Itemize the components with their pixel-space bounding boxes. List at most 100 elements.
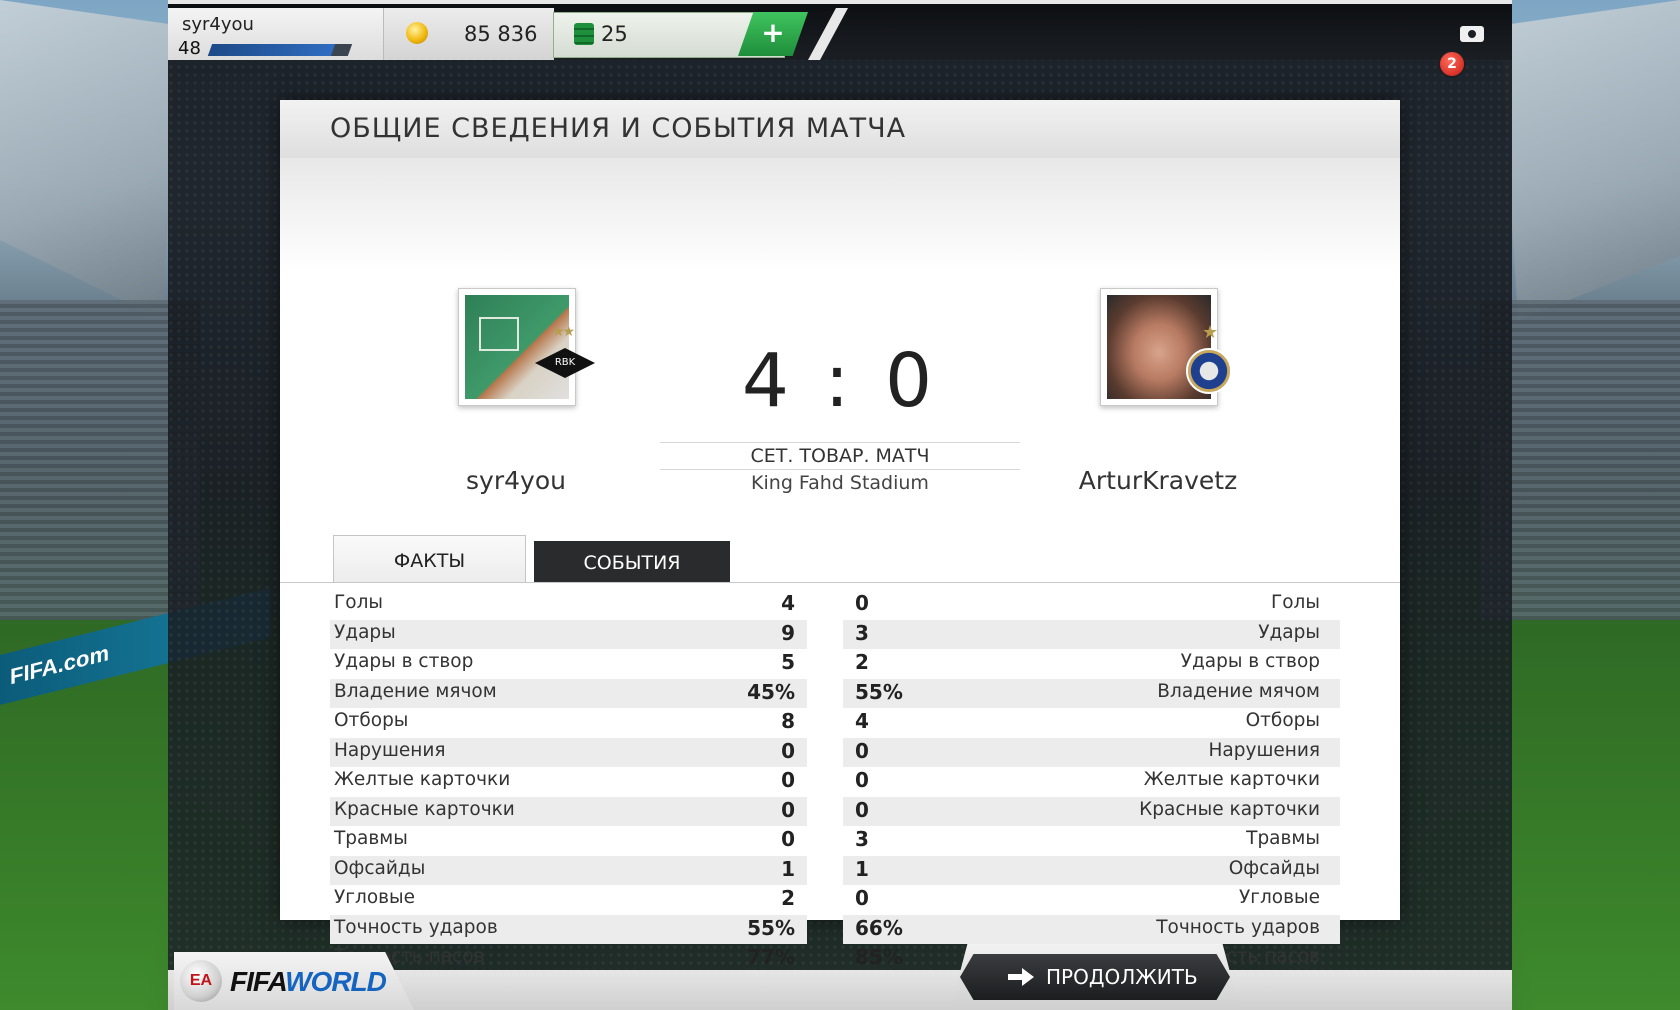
stat-away-cell: 66% Точность ударов bbox=[843, 915, 1340, 944]
user-profile-box[interactable]: syr4you 48 bbox=[168, 8, 383, 60]
away-club-crest bbox=[1186, 348, 1232, 394]
stat-value-home: 45% bbox=[747, 680, 795, 704]
stadium-canopy-left bbox=[0, 0, 180, 320]
stat-value-away: 85% bbox=[855, 945, 903, 969]
stat-label-away: Отборы bbox=[1245, 710, 1320, 731]
stat-home-cell: Отборы 8 bbox=[330, 708, 807, 737]
stat-label-home: Точность ударов bbox=[334, 917, 498, 938]
logo-area: EA FIFAWORLD bbox=[174, 952, 414, 1010]
stat-row: Точность ударов 55% 66% Точность ударов bbox=[280, 915, 1400, 944]
ea-sports-logo: EA bbox=[180, 960, 222, 1002]
stat-away-cell: 3 Травмы bbox=[843, 826, 1340, 855]
stat-label-away: Желтые карточки bbox=[1143, 769, 1320, 790]
username: syr4you bbox=[182, 14, 254, 35]
arrow-right-icon bbox=[1008, 968, 1034, 986]
stat-away-cell: 2 Удары в створ bbox=[843, 649, 1340, 678]
stat-label-away: Владение мячом bbox=[1157, 681, 1320, 702]
notification-badge[interactable]: 2 bbox=[1438, 50, 1466, 78]
stat-label-away: Офсайды bbox=[1228, 858, 1320, 879]
panel-header: ОБЩИЕ СВЕДЕНИЯ И СОБЫТИЯ МАТЧА bbox=[280, 100, 1400, 159]
stat-value-away: 66% bbox=[855, 916, 903, 940]
stadium-canopy-right bbox=[1500, 0, 1680, 320]
stat-value-away: 4 bbox=[855, 709, 869, 733]
stat-label-home: Отборы bbox=[334, 710, 409, 731]
stat-row: Удары в створ 5 2 Удары в створ bbox=[280, 649, 1400, 678]
tabs-divider bbox=[280, 582, 1400, 583]
stat-label-home: Желтые карточки bbox=[334, 769, 511, 790]
stat-row: Офсайды 1 1 Офсайды bbox=[280, 856, 1400, 885]
stat-value-away: 2 bbox=[855, 650, 869, 674]
away-team-name: ArturKravetz bbox=[1078, 466, 1238, 495]
stat-value-away: 0 bbox=[855, 798, 869, 822]
stat-value-away: 3 bbox=[855, 621, 869, 645]
stat-value-home: 77% bbox=[747, 945, 795, 969]
stat-away-cell: 4 Отборы bbox=[843, 708, 1340, 737]
stat-away-cell: 55% Владение мячом bbox=[843, 679, 1340, 708]
tab-facts[interactable]: ФАКТЫ bbox=[333, 535, 526, 583]
stat-label-home: Удары в створ bbox=[334, 651, 474, 672]
stat-value-home: 5 bbox=[781, 650, 795, 674]
stat-value-home: 0 bbox=[781, 768, 795, 792]
stat-row: Травмы 0 3 Травмы bbox=[280, 826, 1400, 855]
panel-title: ОБЩИЕ СВЕДЕНИЯ И СОБЫТИЯ МАТЧА bbox=[330, 113, 907, 144]
top-bar: syr4you 48 85 836 25 + 2 bbox=[168, 0, 1512, 78]
world-logo-text: WORLD bbox=[285, 966, 387, 997]
stat-home-cell: Угловые 2 bbox=[330, 885, 807, 914]
xp-progress-bar bbox=[207, 44, 353, 56]
tab-events[interactable]: СОБЫТИЯ bbox=[534, 541, 730, 583]
stat-away-cell: 0 Нарушения bbox=[843, 738, 1340, 767]
stat-row: Угловые 2 0 Угловые bbox=[280, 885, 1400, 914]
stat-value-away: 0 bbox=[855, 886, 869, 910]
stat-value-away: 1 bbox=[855, 857, 869, 881]
stat-value-home: 0 bbox=[781, 827, 795, 851]
stat-label-away: Голы bbox=[1270, 592, 1320, 613]
stat-value-home: 55% bbox=[747, 916, 795, 940]
away-stars: ★ bbox=[1202, 322, 1219, 343]
continue-label: ПРОДОЛЖИТЬ bbox=[1046, 965, 1198, 989]
stat-label-away: Точность ударов bbox=[1156, 917, 1320, 938]
stat-value-home: 2 bbox=[781, 886, 795, 910]
stat-home-cell: Удары 9 bbox=[330, 620, 807, 649]
stat-value-home: 1 bbox=[781, 857, 795, 881]
stat-label-home: Нарушения bbox=[334, 740, 446, 761]
stat-value-home: 0 bbox=[781, 739, 795, 763]
stat-label-home: Красные карточки bbox=[334, 799, 515, 820]
fifa-logo-text: FIFA bbox=[230, 966, 286, 997]
stat-home-cell: Нарушения 0 bbox=[330, 738, 807, 767]
home-team-name: syr4you bbox=[466, 466, 566, 495]
user-level: 48 bbox=[178, 38, 201, 59]
continue-button[interactable]: ПРОДОЛЖИТЬ bbox=[960, 954, 1230, 1000]
coins-box: 85 836 bbox=[383, 8, 554, 60]
stat-away-cell: 0 Голы bbox=[843, 590, 1340, 619]
stat-home-cell: Голы 4 bbox=[330, 590, 807, 619]
stat-away-cell: 0 Желтые карточки bbox=[843, 767, 1340, 796]
stat-label-away: Угловые bbox=[1238, 887, 1320, 908]
stat-value-home: 4 bbox=[781, 591, 795, 615]
stat-away-cell: 0 Красные карточки bbox=[843, 797, 1340, 826]
stat-row: Точность пасов 77% 85% Точность пасов bbox=[280, 944, 1400, 973]
stat-label-home: Офсайды bbox=[334, 858, 426, 879]
stat-value-away: 0 bbox=[855, 591, 869, 615]
stat-row: Красные карточки 0 0 Красные карточки bbox=[280, 797, 1400, 826]
stat-label-home: Владение мячом bbox=[334, 681, 497, 702]
match-summary-panel: ОБЩИЕ СВЕДЕНИЯ И СОБЫТИЯ МАТЧА RBK ★★ ★ … bbox=[280, 100, 1400, 969]
fifa-world-logo: FIFAWORLD bbox=[230, 966, 387, 998]
stat-label-away: Травмы bbox=[1246, 828, 1320, 849]
stat-value-home: 9 bbox=[781, 621, 795, 645]
stat-label-away: Красные карточки bbox=[1139, 799, 1320, 820]
points-value: 25 bbox=[601, 22, 628, 46]
stat-home-cell: Точность пасов 77% bbox=[330, 944, 807, 973]
stat-row: Нарушения 0 0 Нарушения bbox=[280, 738, 1400, 767]
stat-home-cell: Офсайды 1 bbox=[330, 856, 807, 885]
stat-value-away: 0 bbox=[855, 768, 869, 792]
stat-label-home: Удары bbox=[334, 622, 396, 643]
stat-value-home: 8 bbox=[781, 709, 795, 733]
stat-value-away: 0 bbox=[855, 739, 869, 763]
stat-home-cell: Травмы 0 bbox=[330, 826, 807, 855]
camera-icon[interactable] bbox=[1460, 26, 1484, 42]
stadium-name: King Fahd Stadium bbox=[751, 472, 929, 494]
stat-home-cell: Красные карточки 0 bbox=[330, 797, 807, 826]
stat-label-home: Голы bbox=[334, 592, 384, 613]
stat-label-away: Нарушения bbox=[1208, 740, 1321, 761]
stat-away-cell: 0 Угловые bbox=[843, 885, 1340, 914]
